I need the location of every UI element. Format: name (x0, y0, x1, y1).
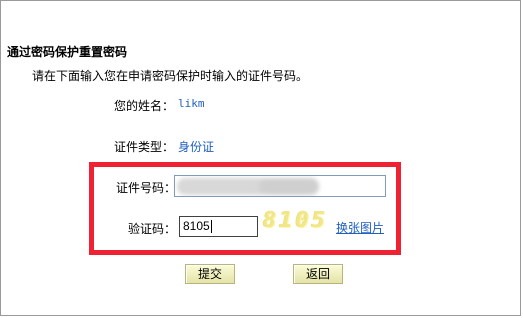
text-caret (210, 220, 212, 234)
captcha-input[interactable]: 8105 (179, 216, 258, 237)
captcha-label: 验证码： (128, 222, 177, 236)
back-button[interactable]: 返回 (293, 264, 343, 284)
name-value: likm (178, 97, 205, 110)
redaction-blur (259, 178, 319, 195)
captcha-input-value: 8105 (183, 219, 210, 233)
captcha-refresh-link[interactable]: 换张图片 (336, 219, 384, 236)
id-type-value: 身份证 (178, 140, 215, 154)
name-label: 您的姓名： (114, 99, 175, 113)
captcha-image: 8105 (263, 208, 333, 236)
id-number-label: 证件号码： (116, 181, 177, 195)
instruction-text: 请在下面输入您在申请密码保护时输入的证件号码。 (32, 69, 309, 83)
page-title: 通过密码保护重置密码 (7, 45, 128, 59)
submit-button[interactable]: 提交 (185, 264, 235, 284)
id-number-input[interactable] (174, 175, 386, 197)
id-type-label: 证件类型： (114, 140, 175, 154)
redaction-blur (177, 178, 267, 195)
